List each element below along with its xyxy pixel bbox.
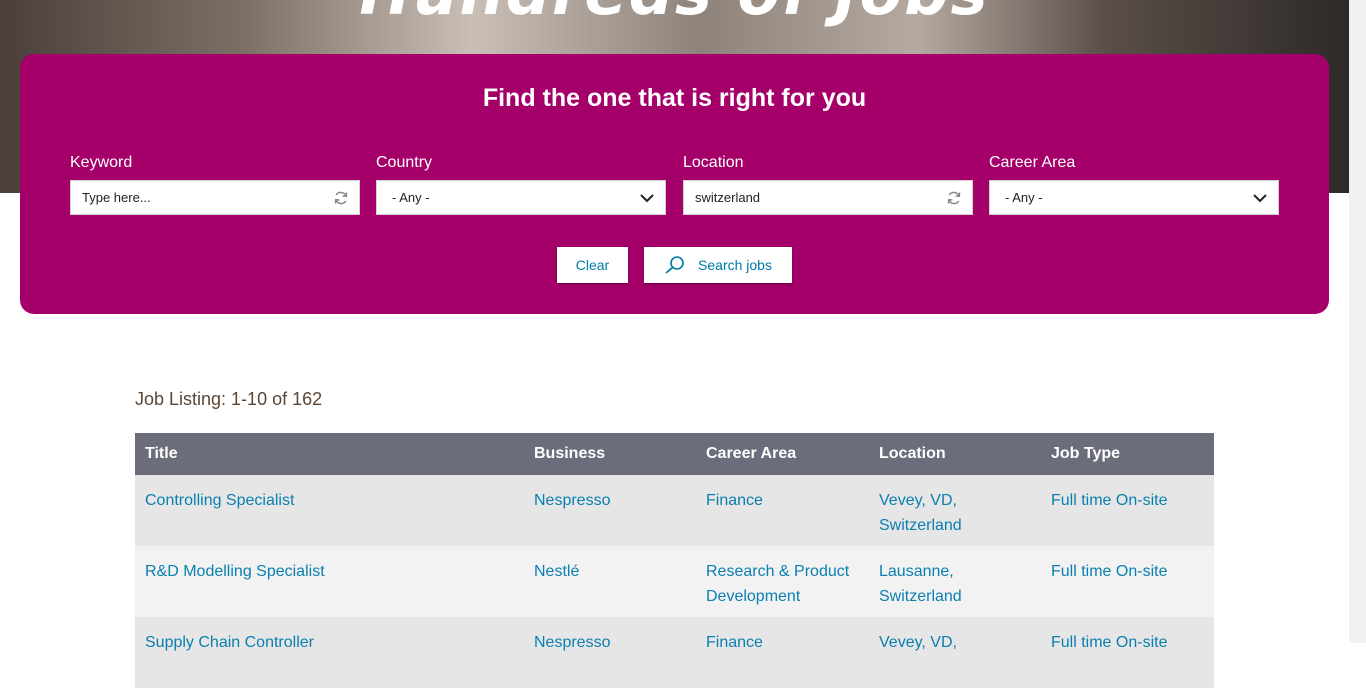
column-header-title[interactable]: Title [135,433,524,475]
keyword-label: Keyword [70,154,133,171]
location-label: Location [683,154,744,171]
page-scrollbar[interactable] [1349,0,1366,643]
table-row: Supply Chain Controller Nespresso Financ… [135,617,1214,688]
job-type-link[interactable]: Full time On-site [1051,492,1167,509]
location-link[interactable]: Vevey, VD, Switzerland [879,492,962,534]
refresh-icon[interactable] [946,190,962,206]
career-area-cell: Finance [696,475,869,546]
country-label: Country [376,154,433,171]
search-jobs-button[interactable]: Search jobs [644,247,792,283]
column-header-business[interactable]: Business [524,433,696,475]
business-cell: Nespresso [524,475,696,546]
career-area-select[interactable]: - Any - [989,180,1279,215]
job-type-cell: Full time On-site [1041,475,1214,546]
search-icon [665,256,684,274]
chevron-down-icon [640,194,654,203]
keyword-field: Keyword [70,154,360,215]
location-input[interactable] [684,189,937,206]
location-box[interactable] [683,180,973,215]
job-title-cell: R&D Modelling Specialist [135,546,524,617]
keyword-input[interactable] [71,189,324,206]
career-area-link[interactable]: Research & Product Development [706,563,849,605]
table-row: Controlling Specialist Nespresso Finance… [135,475,1214,546]
job-title-link[interactable]: R&D Modelling Specialist [145,563,325,580]
job-title-cell: Supply Chain Controller [135,617,524,688]
business-cell: Nestlé [524,546,696,617]
table-header-row: Title Business Career Area Location Job … [135,433,1214,475]
location-field: Location [683,154,973,215]
job-type-cell: Full time On-site [1041,617,1214,688]
clear-button[interactable]: Clear [557,247,628,283]
column-header-career-area[interactable]: Career Area [696,433,869,475]
refresh-icon[interactable] [333,190,349,206]
country-selected-value: - Any - [392,190,430,205]
jobs-table: Title Business Career Area Location Job … [135,433,1214,688]
country-select[interactable]: - Any - [376,180,666,215]
column-header-location[interactable]: Location [869,433,1041,475]
chevron-down-icon [1253,194,1267,203]
business-link[interactable]: Nespresso [534,492,610,509]
location-cell: Lausanne, Switzerland [869,546,1041,617]
job-title-cell: Controlling Specialist [135,475,524,546]
job-type-link[interactable]: Full time On-site [1051,563,1167,580]
location-cell: Vevey, VD, Switzerland [869,475,1041,546]
job-listing-count: Job Listing: 1-10 of 162 [135,389,323,409]
search-heading: Find the one that is right for you [482,84,867,112]
location-cell: Vevey, VD, [869,617,1041,688]
career-area-cell: Finance [696,617,869,688]
hero-title: Hundreds of Jobs [0,0,1349,29]
location-link[interactable]: Lausanne, Switzerland [879,563,962,605]
career-area-label: Career Area [989,154,1076,171]
table-row: R&D Modelling Specialist Nestlé Research… [135,546,1214,617]
search-jobs-label: Search jobs [698,257,772,273]
business-link[interactable]: Nestlé [534,563,579,580]
keyword-box[interactable] [70,180,360,215]
career-area-cell: Research & Product Development [696,546,869,617]
job-title-link[interactable]: Controlling Specialist [145,492,294,509]
job-type-cell: Full time On-site [1041,546,1214,617]
career-area-field: Career Area - Any - [989,154,1279,215]
business-cell: Nespresso [524,617,696,688]
career-area-selected-value: - Any - [1005,190,1043,205]
career-area-link[interactable]: Finance [706,492,763,509]
job-search-panel: Find the one that is right for you Keywo… [20,54,1329,314]
column-header-job-type[interactable]: Job Type [1041,433,1214,475]
country-field: Country - Any - [376,154,666,215]
